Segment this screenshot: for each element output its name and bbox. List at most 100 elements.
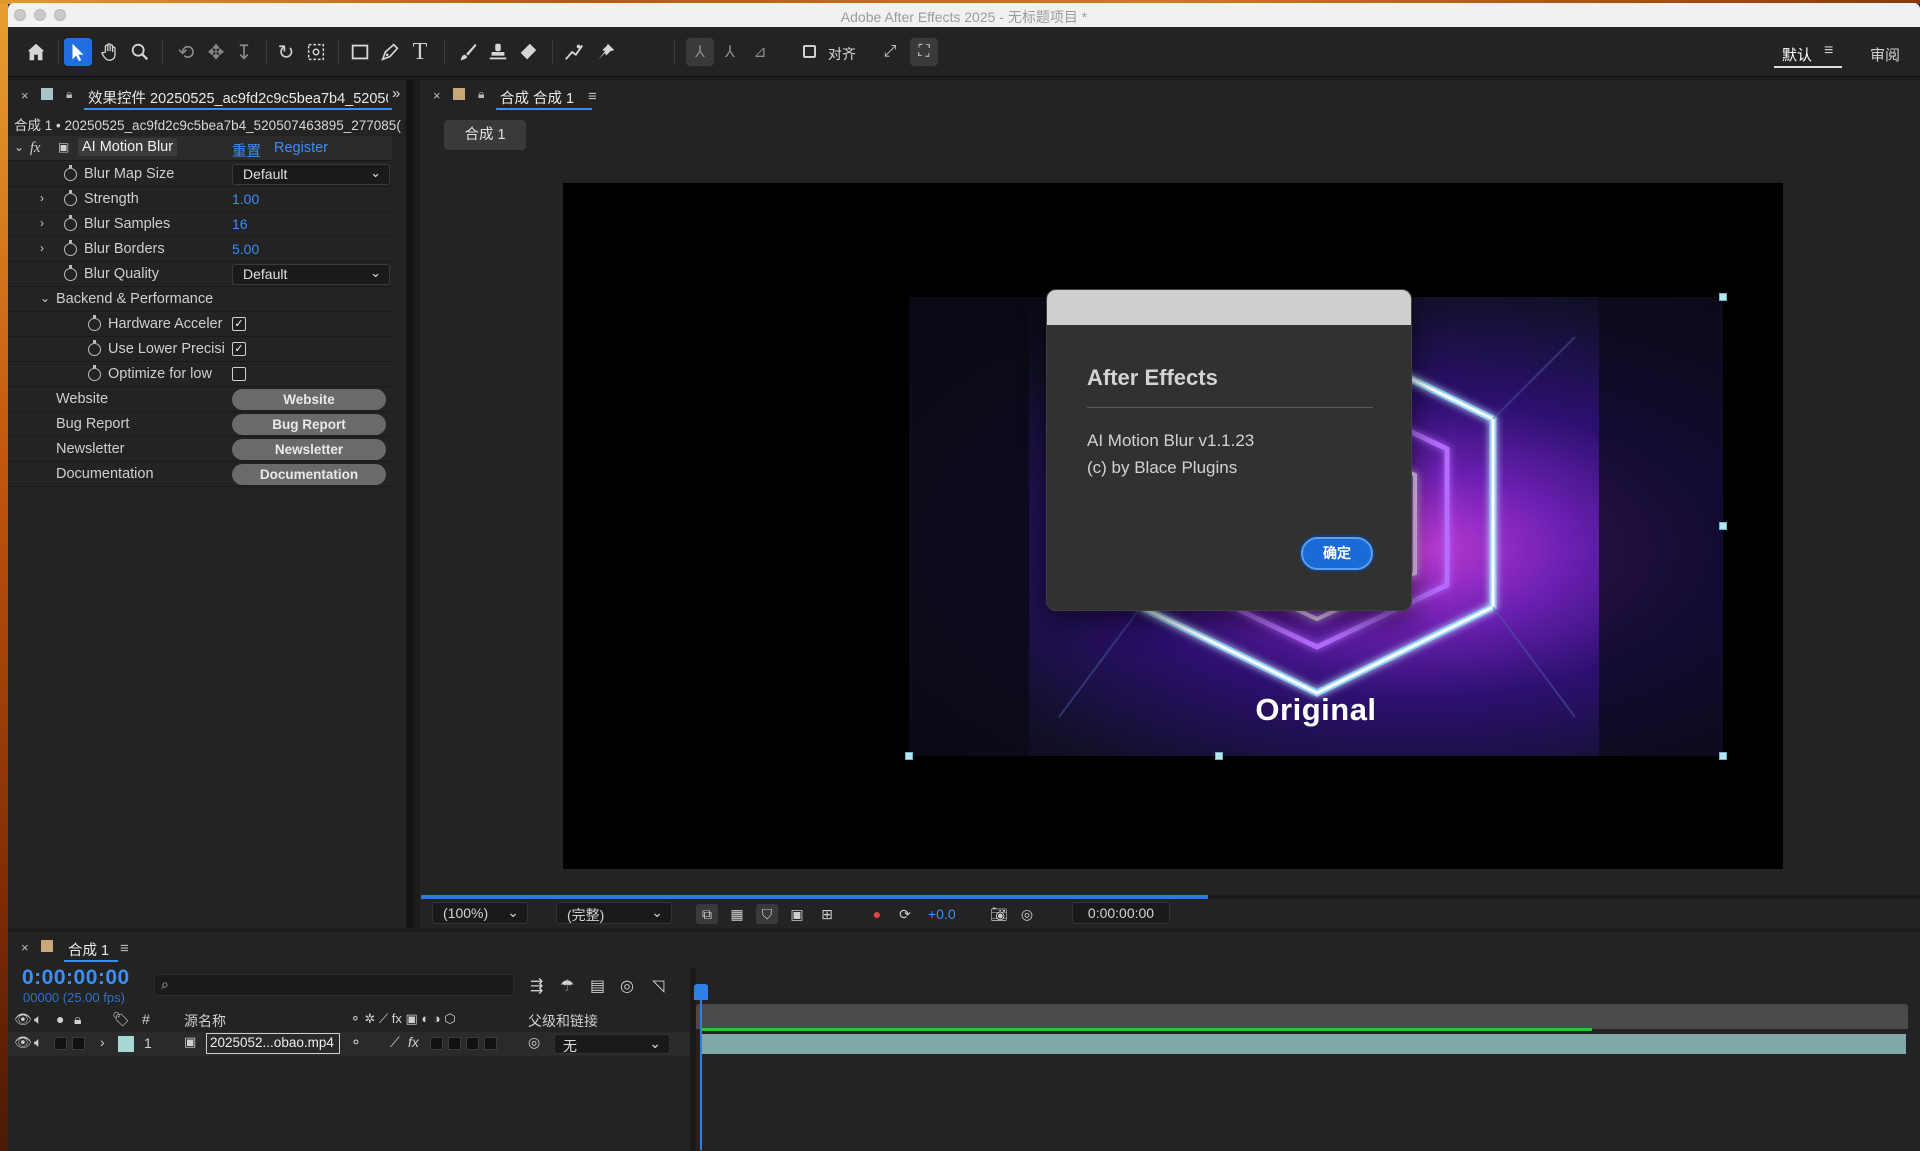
timeline-tab-title[interactable]: 合成 1 — [68, 939, 109, 960]
layer-search-input[interactable]: ⌕ — [154, 974, 514, 996]
eye-icon[interactable]: 👁︎ — [14, 1034, 32, 1051]
stopwatch-icon[interactable] — [88, 315, 101, 331]
register-link[interactable]: Register — [274, 140, 328, 156]
snap-expand-icon[interactable]: ⤢ — [876, 38, 904, 66]
stopwatch-icon[interactable] — [88, 340, 101, 356]
shy-layers-icon[interactable]: ☂ — [560, 976, 574, 996]
magnification-dropdown[interactable]: (100%) ⌄ — [432, 902, 528, 924]
brush-tool-icon[interactable] — [454, 38, 482, 66]
layer-label-color[interactable] — [118, 1036, 134, 1052]
composition-title[interactable]: 合成 合成 1 — [500, 87, 574, 108]
zoom-tool-icon[interactable] — [126, 38, 154, 66]
mask-visibility-icon[interactable]: ⛉ — [756, 904, 778, 924]
transparency-grid-icon[interactable]: ▦ — [726, 904, 748, 924]
playhead-line[interactable] — [700, 990, 702, 1150]
transform-handle[interactable] — [1719, 293, 1727, 301]
frame-blend-switch[interactable] — [430, 1037, 443, 1050]
dialog-title-bar[interactable] — [1047, 290, 1411, 325]
grid-guides-icon[interactable]: ⊞ — [816, 904, 838, 924]
reset-link[interactable]: 重置 — [232, 140, 261, 161]
exposure-value[interactable]: +0.0 — [928, 906, 956, 922]
close-panel-icon[interactable]: × — [21, 88, 29, 103]
expand-arrow-icon[interactable]: › — [40, 241, 44, 255]
expand-arrow-icon[interactable]: › — [40, 216, 44, 230]
work-area-bar[interactable] — [696, 1009, 1908, 1029]
snapshot-camera-icon[interactable]: 📷︎ — [988, 904, 1010, 924]
pen-tool-icon[interactable] — [376, 38, 404, 66]
snapping-icon[interactable]: ⛶ — [910, 38, 938, 66]
optimize-low-checkbox[interactable] — [232, 367, 246, 381]
blur-samples-value[interactable]: 16 — [232, 216, 248, 232]
effect-name[interactable]: AI Motion Blur — [78, 138, 178, 156]
panel-menu-icon[interactable]: ≡ — [120, 940, 129, 957]
lock-switch[interactable] — [72, 1037, 85, 1050]
close-panel-icon[interactable]: × — [433, 88, 441, 103]
frame-blending-icon[interactable]: ▤ — [590, 976, 605, 996]
panel-divider[interactable] — [406, 80, 414, 928]
resolution-dropdown[interactable]: (完整) ⌄ — [556, 902, 672, 924]
pan-camera-icon[interactable]: ✥ — [202, 38, 230, 66]
fx-toggle-icon[interactable]: fx — [30, 140, 40, 157]
timeline-current-time[interactable]: 0:00:00:00 — [22, 966, 130, 990]
close-panel-icon[interactable]: × — [21, 940, 29, 955]
panel-menu-icon[interactable]: ≡ — [588, 88, 597, 105]
view-axis-icon[interactable]: ⊿ — [746, 38, 774, 66]
motion-blur-switch[interactable] — [448, 1037, 461, 1050]
quality-switch-icon[interactable]: ⟋ — [390, 1034, 400, 1051]
layer-name-field[interactable]: 2025052...obao.mp4 — [206, 1033, 340, 1054]
newsletter-button[interactable]: Newsletter — [232, 439, 386, 460]
layer-row[interactable]: 👁︎ 🔈︎ › 1 ▣ 2025052...obao.mp4 ⚬ ⟋ fx ◎ … — [8, 1032, 690, 1056]
reset-exposure-icon[interactable]: ⟳ — [894, 904, 916, 924]
panel-overflow-icon[interactable]: » — [392, 85, 400, 102]
strength-value[interactable]: 1.00 — [232, 191, 259, 207]
orbit-camera-icon[interactable]: ⟲ — [172, 38, 200, 66]
hand-tool-icon[interactable] — [96, 38, 124, 66]
align-checkbox[interactable] — [803, 45, 816, 58]
fast-preview-icon[interactable]: ⧉ — [696, 904, 718, 924]
prop-group-backend[interactable]: ⌄ Backend & Performance — [8, 287, 392, 312]
stopwatch-icon[interactable] — [64, 240, 77, 256]
website-button[interactable]: Website — [232, 389, 386, 410]
puppet-pin-tool-icon[interactable] — [592, 38, 620, 66]
workspace-default-tab[interactable]: 默认 — [1782, 44, 1812, 65]
world-axis-icon[interactable]: ⅄ — [716, 38, 744, 66]
documentation-button[interactable]: Documentation — [232, 464, 386, 485]
effect-controls-tab[interactable]: × 🔒︎ 效果控件 20250525_ac9fd2c9c5bea7b4_5205… — [8, 80, 414, 110]
type-tool-icon[interactable]: T — [406, 38, 434, 66]
current-time-display[interactable]: 0:00:00:00 — [1072, 902, 1170, 924]
stopwatch-icon[interactable] — [64, 265, 77, 281]
expand-layer-icon[interactable]: › — [100, 1034, 105, 1050]
solo-switch[interactable] — [54, 1037, 67, 1050]
effect-header-row[interactable]: ⌄ fx ▣ AI Motion Blur 重置 Register — [8, 136, 392, 161]
blur-map-size-dropdown[interactable]: Default ⌄ — [232, 164, 390, 185]
collapse-arrow-icon[interactable]: ⌄ — [40, 291, 50, 305]
stopwatch-icon[interactable] — [64, 165, 77, 181]
selection-tool-icon[interactable] — [64, 38, 92, 66]
effect-switch-icon[interactable]: fx — [408, 1034, 419, 1050]
blur-borders-value[interactable]: 5.00 — [232, 241, 259, 257]
workspace-menu-icon[interactable]: ≡ — [1824, 42, 1833, 60]
stopwatch-icon[interactable] — [64, 215, 77, 231]
graph-editor-icon[interactable]: ◹ — [652, 976, 664, 996]
region-of-interest-icon[interactable]: ▣ — [786, 904, 808, 924]
bug-report-button[interactable]: Bug Report — [232, 414, 386, 435]
transform-handle[interactable] — [905, 752, 913, 760]
workspace-review-tab[interactable]: 审阅 — [1870, 44, 1900, 65]
3d-layer-switch[interactable] — [484, 1037, 497, 1050]
layer-duration-bar[interactable] — [700, 1034, 1906, 1054]
local-axis-icon[interactable]: ⅄ — [686, 38, 714, 66]
composition-breadcrumb-button[interactable]: 合成 1 — [444, 120, 526, 150]
blur-quality-dropdown[interactable]: Default ⌄ — [232, 264, 390, 285]
stopwatch-icon[interactable] — [64, 190, 77, 206]
clone-stamp-tool-icon[interactable] — [484, 38, 512, 66]
roto-brush-tool-icon[interactable] — [560, 38, 588, 66]
lock-icon[interactable]: 🔒︎ — [66, 87, 72, 102]
eraser-tool-icon[interactable] — [514, 38, 542, 66]
shy-switch-icon[interactable]: ⚬ — [350, 1034, 362, 1051]
show-snapshot-icon[interactable]: ◎ — [1016, 904, 1038, 924]
comp-flowchart-icon[interactable]: ⇶ — [530, 976, 543, 996]
hardware-accel-checkbox[interactable]: ✓ — [232, 317, 246, 331]
home-icon[interactable] — [22, 38, 50, 66]
expand-arrow-icon[interactable]: › — [40, 191, 44, 205]
speaker-icon[interactable]: 🔈︎ — [34, 1034, 42, 1051]
